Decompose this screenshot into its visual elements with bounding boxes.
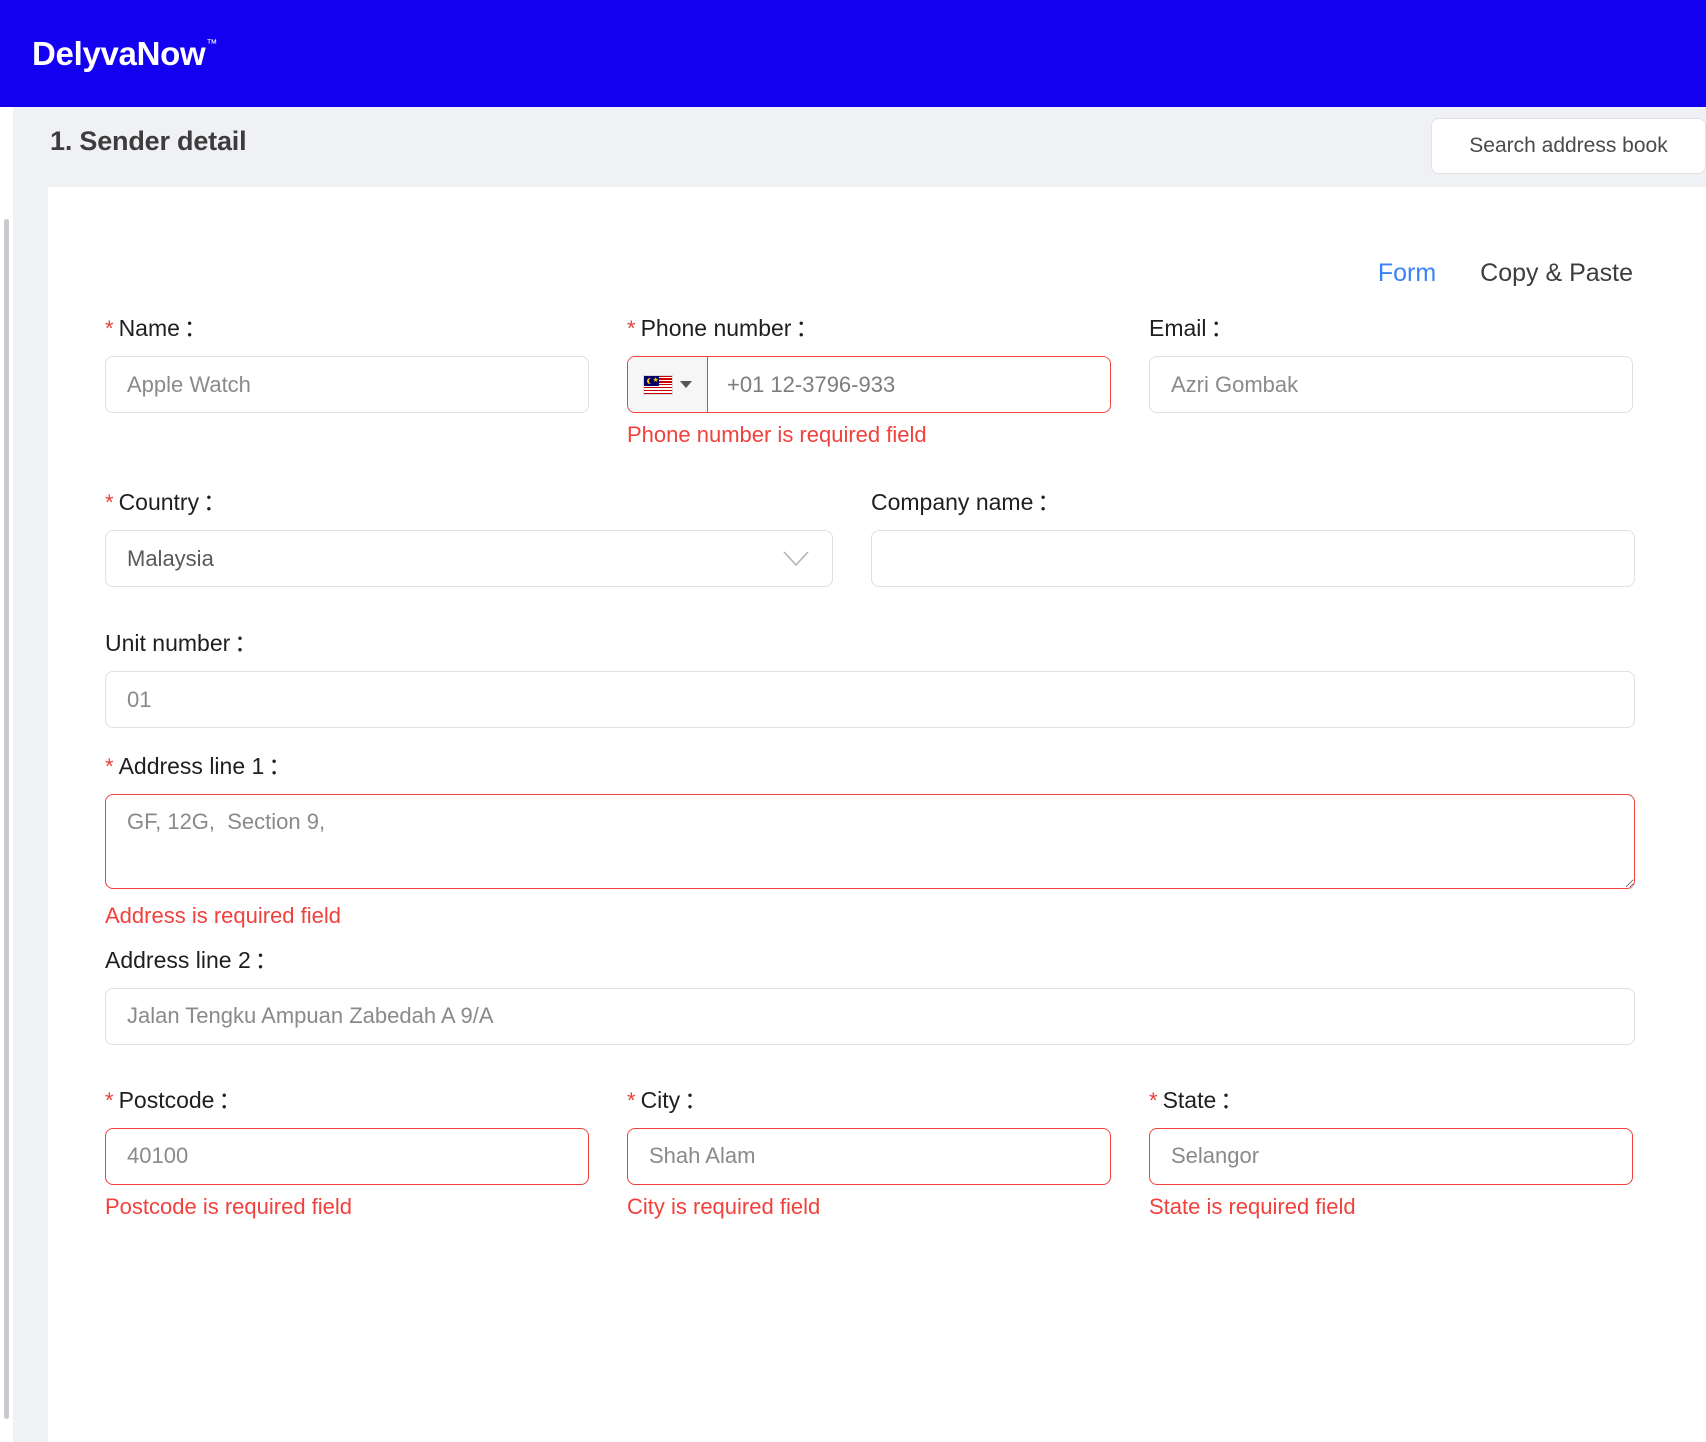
company-name-input[interactable] [871,530,1635,588]
label-colon: ： [183,315,207,341]
card-left-gutter [13,187,48,1442]
caret-down-icon [680,381,692,388]
label-colon: ： [203,489,227,516]
field-group-country: * Country： Malaysia [105,491,833,588]
tab-copy-paste[interactable]: Copy & Paste [1480,259,1633,288]
required-asterisk: * [627,1087,636,1113]
address-line-1-textarea[interactable] [105,794,1635,890]
label-postcode: * Postcode： [105,1086,589,1113]
label-colon: ： [234,630,258,657]
city-error-message: City is required field [627,1193,821,1219]
label-company-name: Company name： [871,491,1635,514]
postcode-input[interactable] [105,1127,589,1185]
label-colon: ： [268,753,292,780]
label-colon: ： [1220,1086,1244,1113]
label-country-text: Country [118,489,200,516]
malaysia-flag-icon: ★ [643,374,673,395]
label-email-text: Email [1149,315,1207,341]
label-country: * Country： [105,491,833,514]
label-address1-text: Address line 1 [118,753,265,780]
field-group-postcode: *Postcode： Postcode is required field [105,1086,589,1219]
form-row-country-company: * Country： Malaysia Company name： [105,491,1635,588]
sender-detail-form: *Name： *Phone number： [105,317,1635,1219]
section-header-band: 1. Sender detail Search address book [13,107,1706,187]
field-group-state: *State： State is required field [1149,1086,1633,1219]
logo-wordmark: DelyvaNow [32,35,206,72]
label-city: * City： [627,1086,1111,1113]
label-state: * State： [1149,1086,1633,1113]
label-colon: ： [795,315,819,341]
phone-number-input[interactable] [708,357,1110,412]
required-asterisk: * [105,754,114,780]
label-address-line-2: Address line 2： [105,946,1635,973]
page-scrollbar-track[interactable] [0,107,13,1442]
label-name: * Name： [105,317,589,340]
address-error-message: Address is required field [105,903,342,929]
top-navbar: DelyvaNow ™ [0,0,1706,107]
country-code-dropdown-button[interactable]: ★ [628,357,708,412]
label-company-text: Company name [871,489,1034,516]
label-colon: ： [218,1086,242,1113]
label-name-text: Name [118,315,180,341]
form-row-address-line-2: Address line 2： [105,946,1635,1045]
postcode-error-message: Postcode is required field [105,1193,353,1219]
phone-error-message: Phone number is required field [627,422,927,447]
field-group-phone: * Phone number： ★ +01 12-3796-933 Phone … [627,317,1111,447]
label-phone-text: Phone number [640,315,792,341]
label-state-text: State [1162,1086,1217,1113]
unit-number-input[interactable] [105,671,1635,729]
label-address-line-1: * Address line 1： [105,755,1635,778]
state-input[interactable] [1149,1127,1633,1185]
form-row-unit-number: Unit number： [105,632,1635,729]
field-group-city: *City： City is required field [627,1086,1111,1219]
country-select-wrapper: Malaysia [105,530,833,588]
page-scrollbar-thumb[interactable] [4,219,9,1419]
label-phone-number: * Phone number： [627,317,1111,340]
required-asterisk: * [105,1087,114,1113]
label-colon: ： [254,946,278,973]
page-title: 1. Sender detail [50,126,247,156]
field-group-name: * Name： [105,317,589,447]
delyvanow-logo[interactable]: DelyvaNow ™ [32,37,217,70]
input-mode-tabs: Form Copy & Paste [1378,259,1633,288]
field-group-unit-number: Unit number： [105,632,1635,729]
tab-form[interactable]: Form [1378,259,1436,288]
form-row-address-line-1: *Address line 1： Address is required fie… [105,755,1635,928]
address-line-2-input[interactable] [105,987,1635,1045]
required-asterisk: * [1149,1087,1158,1113]
field-group-company-name: Company name： [871,491,1635,588]
label-address2-text: Address line 2 [105,946,251,973]
email-input[interactable] [1149,356,1633,413]
label-unit-text: Unit number [105,630,231,657]
phone-number-group: ★ [627,356,1111,413]
label-postcode-text: Postcode [118,1086,215,1113]
form-row-contact: *Name： *Phone number： [105,317,1635,447]
label-colon: ： [1037,489,1061,516]
form-row-postcode-city-state: *Postcode： Postcode is required field *C… [105,1086,1635,1219]
field-group-email: Email： [1149,317,1633,447]
country-selected-value: Malaysia [127,545,214,571]
state-error-message: State is required field [1149,1193,1356,1219]
app-root: DelyvaNow ™ 1. Sender detail Search addr… [0,0,1706,1442]
label-colon: ： [1210,315,1234,341]
required-asterisk: * [105,490,114,516]
required-asterisk: * [627,316,636,341]
name-input[interactable] [105,356,589,413]
country-select[interactable]: Malaysia [105,530,833,588]
search-address-book-button[interactable]: Search address book [1431,118,1706,174]
field-group-address-line-1: *Address line 1： Address is required fie… [105,755,1635,928]
required-asterisk: * [105,316,114,341]
sender-detail-card: Form Copy & Paste *Name： *Phone number： [48,187,1693,1442]
label-email: Email： [1149,317,1633,340]
label-unit-number: Unit number： [105,632,1635,655]
field-group-address-line-2: Address line 2： [105,946,1635,1045]
label-colon: ： [684,1086,708,1113]
city-input[interactable] [627,1127,1111,1185]
label-city-text: City [640,1086,681,1113]
trademark-symbol: ™ [206,38,218,50]
